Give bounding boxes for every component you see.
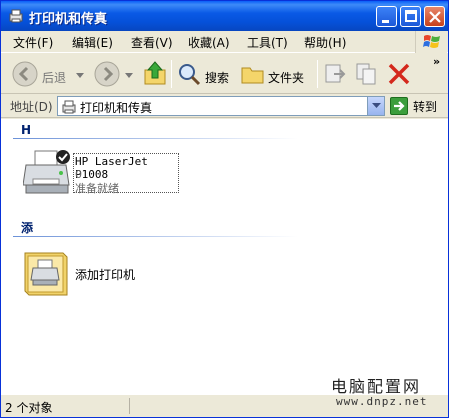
search-button[interactable]: 搜索 bbox=[177, 58, 233, 90]
up-folder-button[interactable] bbox=[143, 58, 167, 90]
go-arrow-icon bbox=[390, 97, 408, 115]
printer-status: 准备就绪 bbox=[75, 182, 119, 195]
minimize-button[interactable] bbox=[376, 6, 397, 27]
address-bar: 地址(D) 打印机和传真 转到 bbox=[1, 94, 448, 118]
window-title: 打印机和传真 bbox=[29, 12, 108, 27]
move-to-icon bbox=[325, 64, 346, 83]
folders-button[interactable]: 文件夹 bbox=[241, 58, 311, 90]
folders-icon bbox=[241, 67, 264, 84]
menu-edit[interactable]: 编辑(E) bbox=[72, 34, 113, 51]
watermark-text: 电脑配置网 bbox=[331, 377, 422, 396]
close-button[interactable] bbox=[424, 6, 445, 27]
address-value: 打印机和传真 bbox=[80, 101, 153, 115]
forward-button[interactable] bbox=[93, 58, 135, 90]
menu-bar: 文件(F) 编辑(E) 查看(V) 收藏(A) 工具(T) 帮助(H) bbox=[1, 31, 448, 53]
forward-arrow-icon bbox=[94, 61, 120, 87]
file-list-view: H HP LaserJet P1008 0 准备就绪 添 添加打印机 bbox=[1, 119, 448, 394]
group-divider bbox=[13, 138, 298, 139]
printer-name: HP LaserJet P1008 bbox=[75, 155, 148, 181]
copy-to-button[interactable] bbox=[355, 58, 379, 90]
explorer-window: 打印机和传真 文件(F) 编辑(E) 查看(V) 收藏(A) 工具(T) 帮助(… bbox=[0, 0, 449, 418]
chevron-down-icon bbox=[372, 103, 381, 108]
status-object-count: 2 个对象 bbox=[5, 401, 53, 415]
title-bar[interactable]: 打印机和传真 bbox=[1, 1, 448, 31]
maximize-button[interactable] bbox=[400, 6, 421, 27]
address-input[interactable]: 打印机和传真 bbox=[57, 96, 385, 116]
toolbar-separator bbox=[171, 60, 172, 88]
copy-to-icon bbox=[356, 63, 376, 85]
group-header-add: 添 bbox=[21, 221, 34, 235]
chevron-down-icon bbox=[125, 73, 133, 78]
windows-logo-icon bbox=[415, 31, 447, 53]
chevron-down-icon bbox=[76, 73, 84, 78]
printer-item[interactable] bbox=[22, 149, 73, 198]
printer-icon bbox=[22, 150, 70, 194]
toolbar-separator bbox=[317, 60, 318, 88]
group-divider bbox=[13, 236, 298, 237]
toolbar: 后退 搜索 文件夹 » bbox=[1, 54, 448, 94]
address-dropdown-button[interactable] bbox=[367, 97, 384, 115]
move-to-button[interactable] bbox=[323, 58, 347, 90]
printer-folder-icon bbox=[8, 8, 24, 24]
menu-file[interactable]: 文件(F) bbox=[13, 34, 53, 51]
up-folder-icon bbox=[144, 61, 166, 85]
back-button[interactable]: 后退 bbox=[11, 58, 84, 90]
add-printer-item[interactable] bbox=[23, 249, 73, 300]
menu-view[interactable]: 查看(V) bbox=[131, 34, 173, 51]
toolbar-overflow-button[interactable]: » bbox=[433, 55, 440, 68]
add-printer-label[interactable]: 添加打印机 bbox=[75, 266, 135, 283]
menu-tools[interactable]: 工具(T) bbox=[247, 34, 288, 51]
go-button[interactable]: 转到 bbox=[390, 96, 446, 116]
menu-favorites[interactable]: 收藏(A) bbox=[188, 34, 230, 51]
printer-folder-icon bbox=[62, 100, 76, 114]
search-icon bbox=[179, 64, 201, 86]
watermark-url: www.dnpz.net bbox=[336, 395, 428, 408]
back-arrow-icon bbox=[12, 61, 38, 87]
status-divider bbox=[129, 398, 130, 414]
group-header-h: H bbox=[21, 123, 32, 137]
delete-button[interactable] bbox=[387, 58, 411, 90]
delete-x-icon bbox=[388, 63, 410, 85]
add-printer-icon bbox=[24, 252, 68, 296]
printer-item-label[interactable]: HP LaserJet P1008 0 准备就绪 bbox=[73, 153, 179, 195]
address-label: 地址(D) bbox=[10, 100, 53, 114]
menu-help[interactable]: 帮助(H) bbox=[304, 34, 346, 51]
